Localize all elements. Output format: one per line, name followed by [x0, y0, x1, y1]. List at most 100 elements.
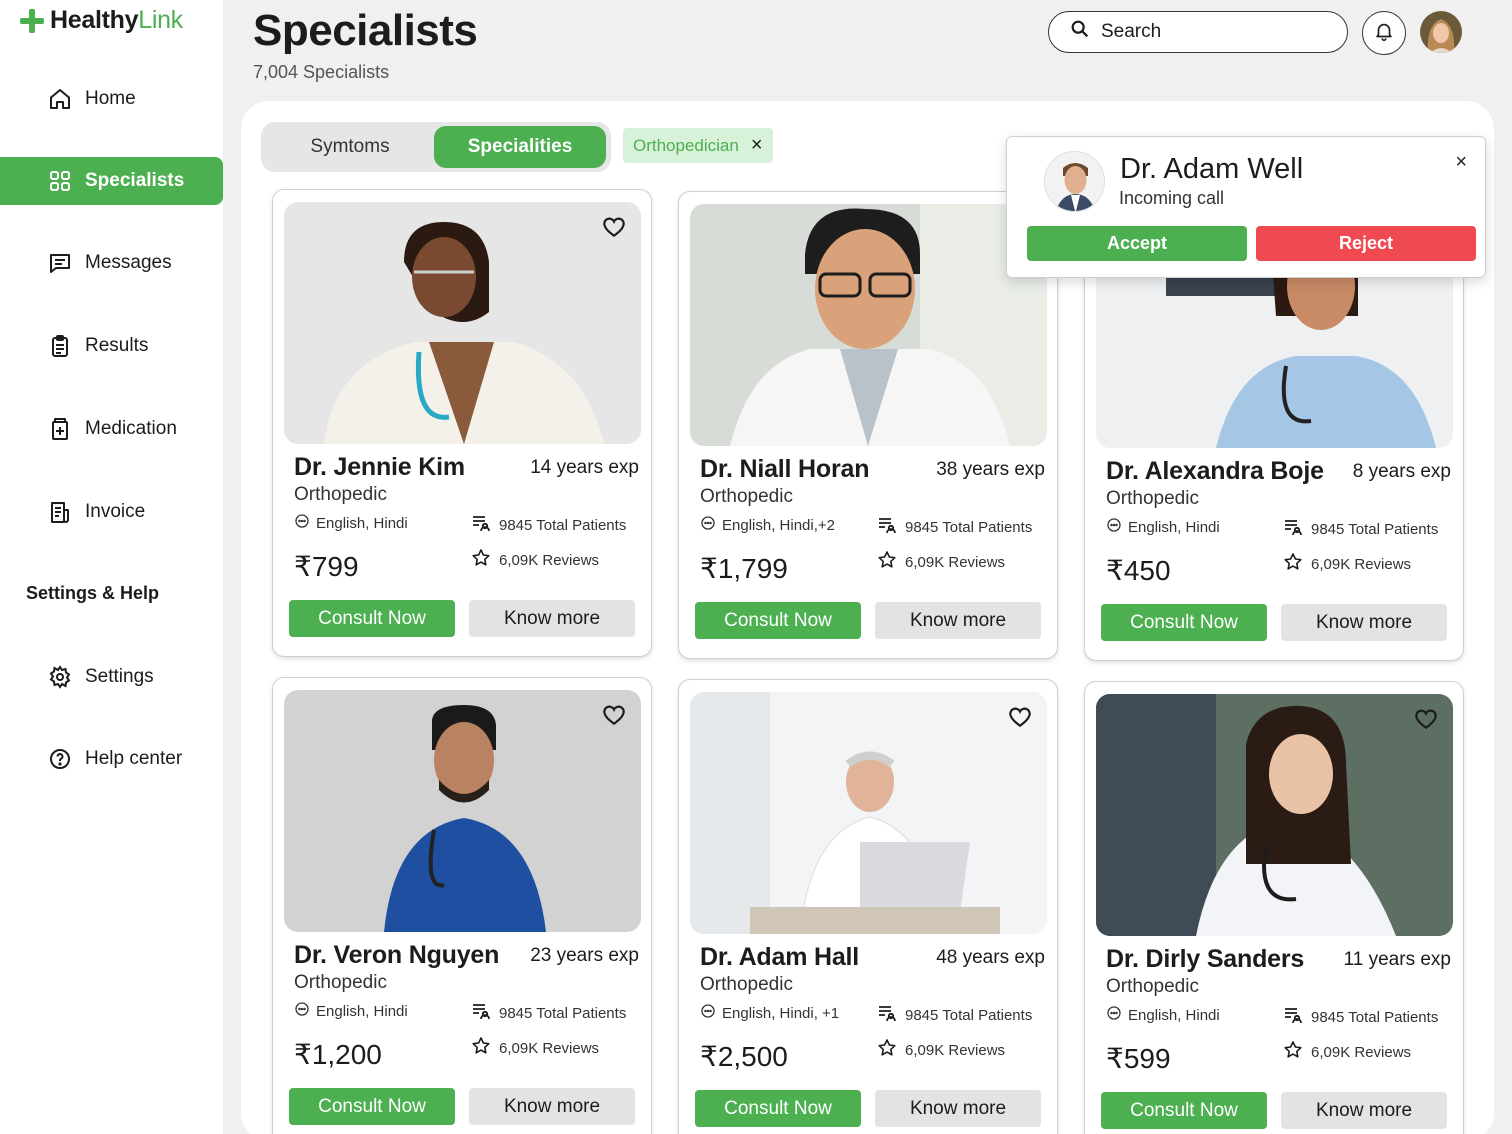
- patients-list-icon: [471, 513, 491, 537]
- settings-help-heading: Settings & Help: [26, 583, 160, 603]
- total-patients: 9845 Total Patients: [1283, 517, 1438, 541]
- grid-icon: [48, 169, 72, 193]
- notifications-button[interactable]: [1362, 11, 1406, 55]
- tab-symptoms[interactable]: Symtoms: [265, 126, 435, 168]
- favorite-heart-icon[interactable]: [601, 702, 627, 728]
- message-icon: [48, 251, 72, 275]
- consult-now-button[interactable]: Consult Now: [1101, 1092, 1267, 1129]
- doctor-name: Dr. Jennie Kim: [294, 453, 465, 481]
- star-icon: [471, 548, 491, 572]
- reject-call-button[interactable]: Reject: [1256, 226, 1476, 261]
- chat-bubble-icon: [1106, 1005, 1122, 1025]
- doctor-experience: 48 years exp: [936, 947, 1045, 968]
- sidebar-item-messages[interactable]: Messages: [0, 239, 223, 287]
- doctor-languages: English, Hindi: [1106, 1005, 1220, 1025]
- consult-now-button[interactable]: Consult Now: [695, 1090, 861, 1127]
- doctor-languages: English, Hindi,+2: [700, 515, 835, 535]
- doctor-card: Dr. Jennie Kim 14 years exp Orthopedic E…: [272, 189, 652, 657]
- patients-list-icon: [877, 1003, 897, 1027]
- filter-chip-orthopedician: Orthopedician ×: [623, 128, 773, 163]
- consult-now-button[interactable]: Consult Now: [289, 600, 455, 637]
- doctor-experience: 8 years exp: [1352, 461, 1451, 482]
- page-title: Specialists: [253, 6, 478, 55]
- search-icon: [1069, 18, 1091, 46]
- know-more-button[interactable]: Know more: [1281, 604, 1447, 641]
- sidebar-item-settings[interactable]: Settings: [0, 653, 223, 701]
- consult-price: ₹599: [1106, 1043, 1171, 1074]
- languages-text: English, Hindi: [316, 1002, 408, 1020]
- know-more-button[interactable]: Know more: [875, 1090, 1041, 1127]
- doctor-card: Dr. Niall Horan 38 years exp Orthopedic …: [678, 191, 1058, 659]
- remove-filter-close-icon[interactable]: ×: [751, 134, 763, 157]
- doctor-name: Dr. Dirly Sanders: [1106, 945, 1305, 973]
- doctor-specialty: Orthopedic: [1106, 488, 1199, 509]
- chat-bubble-icon: [294, 1001, 310, 1021]
- app-logo[interactable]: HealthyLink: [20, 6, 183, 35]
- reviews-text: 6,09K Reviews: [905, 553, 1006, 571]
- search-input[interactable]: Search: [1048, 11, 1348, 53]
- tab-specialities[interactable]: Specialities: [434, 126, 606, 168]
- home-icon: [48, 87, 72, 111]
- patients-list-icon: [877, 515, 897, 539]
- reviews-count: 6,09K Reviews: [471, 548, 599, 572]
- chat-bubble-icon: [700, 1003, 716, 1023]
- sidebar-item-label: Settings: [85, 666, 154, 687]
- languages-text: English, Hindi: [1128, 1006, 1220, 1024]
- know-more-button[interactable]: Know more: [469, 1088, 635, 1125]
- reviews-count: 6,09K Reviews: [1283, 1040, 1411, 1064]
- reviews-text: 6,09K Reviews: [499, 1039, 600, 1057]
- languages-text: English, Hindi: [1128, 518, 1220, 536]
- sidebar: HealthyLink Home Specialists Messages Re…: [0, 0, 223, 1134]
- patients-list-icon: [471, 1001, 491, 1025]
- consult-now-button[interactable]: Consult Now: [695, 602, 861, 639]
- doctor-experience: 23 years exp: [530, 945, 639, 966]
- caller-name: Dr. Adam Well: [1120, 153, 1304, 185]
- user-avatar[interactable]: [1420, 11, 1462, 53]
- doctor-specialty: Orthopedic: [1106, 976, 1199, 997]
- sidebar-item-label: Messages: [85, 252, 172, 273]
- sidebar-item-results[interactable]: Results: [0, 322, 223, 370]
- doctor-experience: 14 years exp: [530, 457, 639, 478]
- doctor-card: Dr. Adam Hall 48 years exp Orthopedic En…: [678, 679, 1058, 1134]
- doctor-photo: [284, 690, 641, 932]
- sidebar-item-label: Medication: [85, 418, 177, 439]
- doctor-languages: English, Hindi, +1: [700, 1003, 839, 1023]
- sidebar-item-help-center[interactable]: Help center: [0, 735, 223, 783]
- know-more-button[interactable]: Know more: [1281, 1092, 1447, 1129]
- consult-now-button[interactable]: Consult Now: [1101, 604, 1267, 641]
- sidebar-item-home[interactable]: Home: [0, 75, 223, 123]
- sidebar-item-label: Help center: [85, 748, 183, 769]
- favorite-heart-icon[interactable]: [1413, 706, 1439, 732]
- reviews-text: 6,09K Reviews: [1311, 1043, 1412, 1061]
- chat-bubble-icon: [700, 515, 716, 535]
- sidebar-item-label: Invoice: [85, 501, 146, 522]
- medical-cross-icon: [20, 8, 44, 33]
- help-icon: [48, 747, 72, 771]
- consult-price: ₹1,799: [700, 553, 788, 584]
- doctor-name: Dr. Alexandra Boje: [1106, 457, 1324, 485]
- know-more-button[interactable]: Know more: [875, 602, 1041, 639]
- languages-text: English, Hindi, +1: [722, 1004, 840, 1022]
- filter-toggle: Symtoms Specialities: [261, 122, 611, 172]
- favorite-heart-icon[interactable]: [1007, 704, 1033, 730]
- doctor-photo: [690, 204, 1047, 446]
- doctor-languages: English, Hindi: [1106, 517, 1220, 537]
- doctor-photo: [284, 202, 641, 444]
- doctor-languages: English, Hindi: [294, 1001, 408, 1021]
- doctor-specialty: Orthopedic: [294, 484, 387, 505]
- doctor-card: Dr. Veron Nguyen 23 years exp Orthopedic…: [272, 677, 652, 1134]
- favorite-heart-icon[interactable]: [601, 214, 627, 240]
- doctor-photo: [1096, 694, 1453, 936]
- consult-now-button[interactable]: Consult Now: [289, 1088, 455, 1125]
- bell-icon: [1373, 20, 1395, 47]
- sidebar-item-specialists[interactable]: Specialists: [0, 157, 223, 205]
- total-patients: 9845 Total Patients: [1283, 1005, 1438, 1029]
- reviews-text: 6,09K Reviews: [1311, 555, 1412, 573]
- incoming-call-popup: Dr. Adam Well Incoming call × Accept Rej…: [1006, 136, 1486, 278]
- sidebar-item-invoice[interactable]: Invoice: [0, 488, 223, 536]
- close-icon[interactable]: ×: [1455, 151, 1467, 174]
- sidebar-item-medication[interactable]: Medication: [0, 405, 223, 453]
- app-name: HealthyLink: [50, 6, 183, 34]
- accept-call-button[interactable]: Accept: [1027, 226, 1247, 261]
- know-more-button[interactable]: Know more: [469, 600, 635, 637]
